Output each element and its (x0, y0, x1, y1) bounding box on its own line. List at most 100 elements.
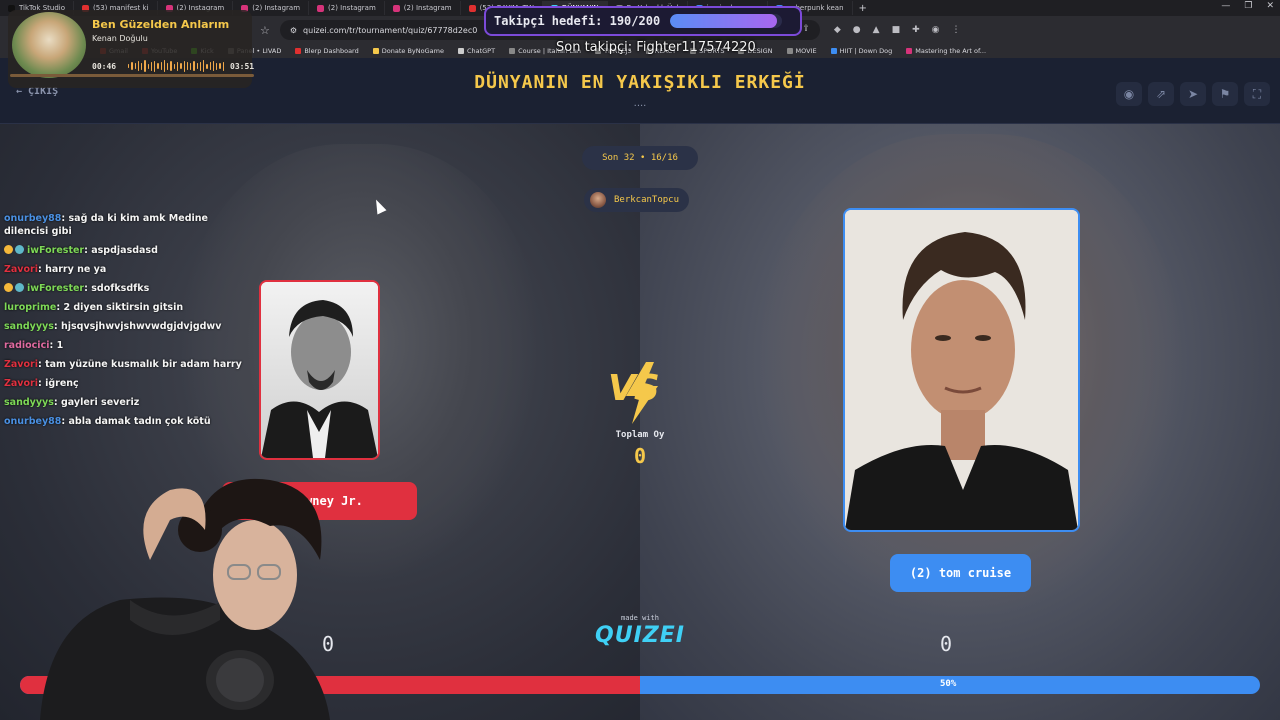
extension-icon[interactable]: ■ (892, 25, 901, 35)
subscriber-badge-icon (4, 245, 13, 254)
extension-icon[interactable]: ◆ (834, 25, 841, 35)
nav-buttons: ☆ (260, 24, 270, 37)
quizei-logo[interactable]: QUIZEI (590, 623, 690, 648)
bookmark-item[interactable]: Donate ByNoGame (372, 47, 444, 55)
total-votes-value: 0 (633, 444, 647, 468)
chat-text: sdofksdfks (91, 283, 150, 294)
verified-badge-icon (15, 245, 24, 254)
bookmark-favicon-icon (906, 48, 913, 54)
bookmark-favicon-icon (457, 48, 464, 54)
extension-icon[interactable]: ▲ (873, 25, 880, 35)
song-progress-bar (10, 74, 254, 77)
last-follower: Son takipçi: Fighter117574220 (556, 40, 756, 55)
right-score: 0 (940, 632, 953, 656)
chat-message: Zavori: harry ne ya (4, 264, 107, 275)
chat-username: luroprime (4, 302, 57, 313)
song-artist: Kenan Doğulu (92, 34, 148, 43)
minimize-icon[interactable]: — (1221, 1, 1230, 11)
url-text: quizei.com/tr/tournament/quiz/67778d2ec0 (303, 25, 478, 35)
chat-username: iwForester (27, 245, 85, 256)
puzzle-icon[interactable]: ✚ (912, 25, 920, 35)
chat-username: Zavori (4, 359, 38, 370)
site-info-icon[interactable]: ⚙ (290, 26, 297, 35)
bookmark-favicon-icon (295, 48, 302, 54)
send-icon[interactable]: ➤ (1180, 82, 1206, 106)
author-badge[interactable]: BerkcanTopcu (584, 188, 690, 212)
bookmark-favicon-icon (786, 48, 793, 54)
extensions-bar: ◆ ● ▲ ■ ✚ ◉ ⋮ (834, 25, 961, 35)
audio-waveform (128, 60, 224, 72)
bookmark-label: Donate ByNoGame (381, 47, 444, 55)
follower-goal: Takipçi hedefi: 190/200 (484, 6, 802, 36)
tab-favicon-icon (317, 4, 325, 12)
tab-favicon-icon (392, 4, 400, 12)
chat-username: onurbey88 (4, 416, 62, 427)
follower-goal-track (670, 14, 783, 28)
chat-message: onurbey88: sağ da ki kim amk Medine dile… (4, 213, 208, 237)
round-indicator: Son 32 • 16/16 (582, 146, 698, 170)
tab-favicon-icon (468, 4, 476, 12)
bookmark-favicon-icon (830, 48, 837, 54)
right-contender-button[interactable]: (2) tom cruise (890, 554, 1031, 592)
maximize-icon[interactable]: ❐ (1244, 1, 1252, 11)
new-tab-button[interactable]: + (853, 3, 873, 14)
chat-message: sandyyys: gayleri severiz (4, 397, 140, 408)
album-art (12, 12, 86, 78)
bookmark-favicon-icon (372, 48, 379, 54)
chat-username: onurbey88 (4, 213, 62, 224)
menu-icon[interactable]: ⋮ (952, 25, 961, 35)
bookmark-label: ChatGPT (466, 47, 496, 55)
bookmark-favicon-icon (509, 48, 516, 54)
song-time-total: 03:51 (230, 62, 255, 71)
chat-overlay: onurbey88: sağ da ki kim amk Medine dile… (4, 212, 244, 434)
chat-text: abla damak tadın çok kötü (68, 416, 211, 427)
author-name: BerkcanTopcu (614, 195, 680, 205)
chat-text: hjsqvsjhwvjshwvwdgjdvjgdwv (60, 321, 222, 332)
song-time-current: 00:46 (92, 62, 117, 71)
window-controls: — ❐ ✕ (1221, 1, 1274, 11)
bookmark-item[interactable]: ChatGPT (457, 47, 496, 55)
extension-icon[interactable]: ● (853, 25, 861, 35)
chat-username: sandyyys (4, 321, 54, 332)
browser-tab[interactable]: (2) Instagram (385, 1, 461, 15)
subscriber-badge-icon (4, 283, 13, 292)
chat-username: iwForester (27, 283, 85, 294)
webcam-feed (40, 478, 330, 720)
share-icon[interactable]: ⇗ (1148, 82, 1174, 106)
right-contender-photo (845, 210, 1078, 530)
right-contender-card[interactable] (843, 208, 1080, 532)
bookmark-item[interactable]: MOVIE (786, 47, 817, 55)
flag-icon[interactable]: ⚑ (1212, 82, 1238, 106)
screen: TikTok Studio (53) manifest ki (2) Instagr… (0, 0, 1280, 720)
bookmark-label: Blerp Dashboard (304, 47, 359, 55)
left-contender-card[interactable] (259, 280, 380, 460)
eye-icon[interactable]: ◉ (1116, 82, 1142, 106)
chat-username: Zavori (4, 378, 38, 389)
title-dots: .... (633, 98, 647, 109)
made-with-label: made with (621, 614, 659, 622)
bookmark-star-icon[interactable]: ☆ (260, 24, 270, 37)
tab-label: (2) Instagram (252, 4, 301, 12)
chat-text: harry ne ya (45, 264, 107, 275)
bookmark-item[interactable]: HIIT | Down Dog (830, 47, 893, 55)
right-vote-percent: 50% (940, 679, 957, 689)
bookmark-item[interactable]: Mastering the Art of... (906, 47, 986, 55)
chat-text: iğrenç (45, 378, 79, 389)
verified-badge-icon (15, 283, 24, 292)
bookmark-item[interactable]: Blerp Dashboard (295, 47, 359, 55)
profile-icon[interactable]: ◉ (932, 25, 940, 35)
left-contender-photo (261, 282, 378, 458)
browser-tab[interactable]: (2) Instagram (309, 1, 385, 15)
chat-message: luroprime: 2 diyen siktirsin gitsin (4, 302, 184, 313)
fullscreen-icon[interactable]: ⛶ (1244, 82, 1270, 106)
bookmark-label: HIIT | Down Dog (839, 47, 893, 55)
bookmark-label: MOVIE (795, 47, 817, 55)
chat-message: Zavori: tam yüzüne kusmalık bir adam har… (4, 359, 242, 370)
close-icon[interactable]: ✕ (1266, 1, 1274, 11)
chat-message: iwForester: sdofksdfks (4, 282, 244, 295)
total-votes-label: Toplam Oy (615, 430, 665, 440)
share-icon[interactable]: ⇪ (802, 24, 810, 37)
chat-username: Zavori (4, 264, 38, 275)
versus-emblem: VS (600, 358, 680, 428)
chat-text: gayleri severiz (60, 397, 140, 408)
